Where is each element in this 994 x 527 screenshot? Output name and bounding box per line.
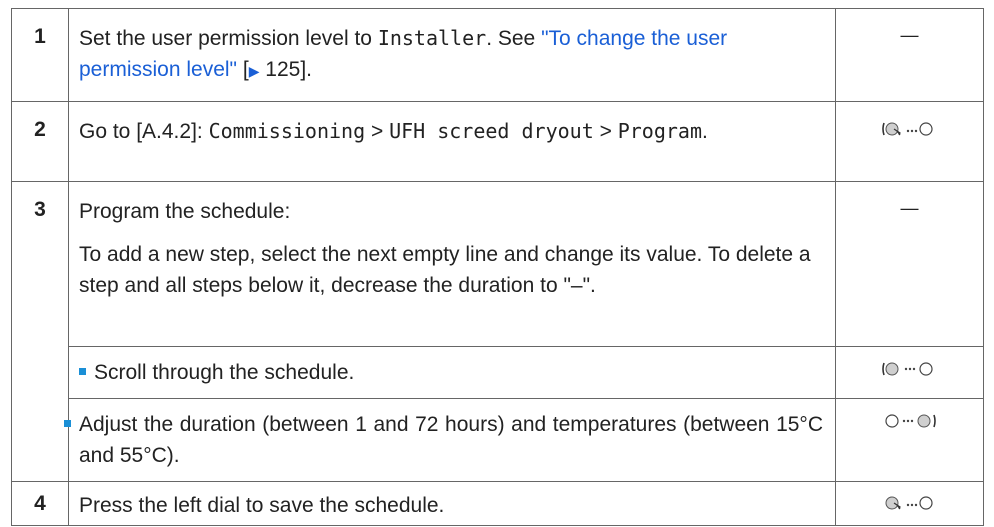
press-left-dial-icon (835, 101, 984, 182)
step-number: 4 (11, 481, 69, 526)
step-row-3: 3 Program the schedule: To add a new ste… (11, 181, 984, 482)
press-left-dial-icon (835, 481, 984, 526)
step-text: Program the schedule: To add a new step,… (68, 181, 836, 347)
step-paragraph: Program the schedule: (79, 200, 291, 223)
step-icon-none: — (835, 181, 984, 347)
step-text-part: Go to [A.4.2]: (79, 120, 209, 143)
substep-text: Scroll through the schedule. (68, 346, 836, 399)
step-icon-none: — (835, 8, 984, 102)
permission-level-value: Installer (377, 26, 487, 50)
substep-row: Scroll through the schedule. (12, 346, 984, 399)
substep-label: Adjust the duration (between 1 and 72 ho… (79, 413, 823, 467)
step-row-2: 2 Go to [A.4.2]: Commissioning > UFH scr… (11, 101, 984, 182)
bullet-icon (64, 419, 71, 427)
step-text-part: . See (486, 27, 542, 50)
step-text: Go to [A.4.2]: Commissioning > UFH scree… (68, 101, 836, 182)
menu-separator: > (593, 120, 618, 143)
menu-ufh-screed-dryout: UFH screed dryout (389, 119, 594, 143)
page-ref-number: 125]. (259, 58, 313, 81)
substep-text: Adjust the duration (between 1 and 72 ho… (64, 398, 836, 482)
menu-program: Program (617, 119, 702, 143)
turn-right-dial-icon (835, 398, 984, 482)
menu-separator: > (365, 120, 390, 143)
substep-row: Adjust the duration (between 1 and 72 ho… (12, 398, 984, 482)
step-row-1: 1 Set the user permission level to Insta… (11, 8, 984, 102)
step-text-part: [ (237, 58, 249, 81)
substep-label: Scroll through the schedule. (94, 361, 355, 384)
procedure-table: 1 Set the user permission level to Insta… (11, 8, 984, 526)
step-text: Press the left dial to save the schedule… (68, 481, 836, 526)
menu-commissioning: Commissioning (208, 119, 366, 143)
step-number: 1 (11, 8, 69, 102)
step-text: Set the user permission level to Install… (68, 8, 836, 102)
step-text-part: Set the user permission level to (79, 27, 378, 50)
step-number: 2 (11, 101, 69, 182)
step-text-part: . (702, 120, 708, 143)
page-ref-arrow-icon: ▶ (248, 63, 260, 79)
turn-left-dial-icon (835, 346, 984, 399)
bullet-icon (79, 367, 86, 375)
step-paragraph: To add a new step, select the next empty… (79, 243, 811, 297)
step-row-4: 4 Press the left dial to save the schedu… (11, 481, 984, 526)
step-number: 3 (11, 181, 69, 482)
